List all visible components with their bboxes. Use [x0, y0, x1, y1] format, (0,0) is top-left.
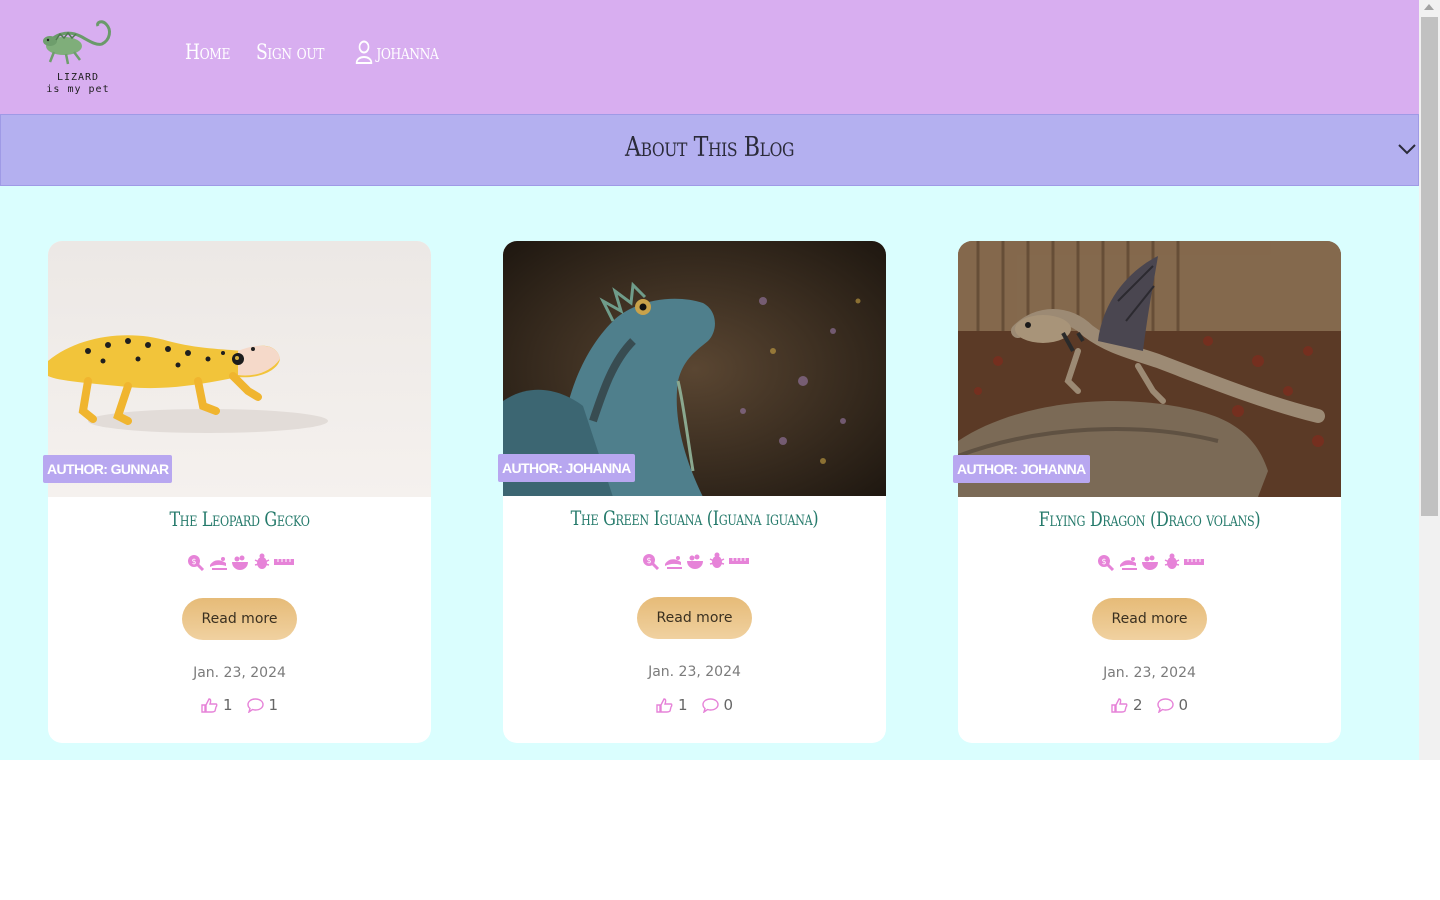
author-badge: AUTHOR: JOHANNA — [953, 455, 1090, 483]
chevron-down-icon — [1398, 144, 1416, 155]
logo-line1: LIZARD — [56, 72, 100, 83]
like-count: 1 — [677, 696, 688, 714]
like-stat[interactable]: 1 — [201, 696, 233, 714]
post-title[interactable]: The Leopard Gecko — [86, 507, 392, 531]
nav-links: Home Sign out johanna — [185, 40, 457, 64]
vertical-scrollbar[interactable] — [1419, 0, 1440, 760]
about-blog-title: About This Blog — [625, 132, 794, 163]
comment-stat[interactable]: 1 — [246, 696, 279, 714]
ruler-icon — [1183, 553, 1204, 571]
like-count: 2 — [1132, 696, 1143, 714]
ruler-icon — [728, 552, 749, 570]
nav-signout-link[interactable]: Sign out — [256, 40, 325, 64]
logo-text: LIZARD is my pet — [40, 72, 116, 96]
thumbs-up-icon — [201, 697, 218, 713]
post-card: AUTHOR: JOHANNA Flying Dragon (Draco vol… — [953, 241, 1341, 743]
thumbs-up-icon — [656, 697, 673, 713]
scrollbar-thumb[interactable] — [1421, 17, 1438, 516]
svg-text:$: $ — [1101, 557, 1106, 566]
like-stat[interactable]: 1 — [656, 696, 688, 714]
lizard-icon — [663, 552, 683, 570]
logo-line2: is my pet — [46, 84, 110, 95]
read-more-button[interactable]: Read more — [637, 597, 752, 639]
food-bowl-icon — [685, 552, 705, 570]
scroll-up-arrow-icon[interactable] — [1424, 4, 1434, 10]
comment-icon — [246, 697, 264, 713]
post-date: Jan. 23, 2024 — [193, 665, 286, 681]
svg-text:$: $ — [191, 557, 196, 566]
food-bowl-icon — [230, 553, 250, 571]
comment-count: 0 — [1178, 696, 1189, 714]
post-date: Jan. 23, 2024 — [648, 664, 741, 680]
like-count: 1 — [222, 696, 233, 714]
ruler-icon — [273, 553, 294, 571]
author-badge: AUTHOR: JOHANNA — [498, 454, 635, 482]
user-icon — [355, 40, 373, 64]
nav-home-link[interactable]: Home — [185, 40, 230, 64]
site-logo[interactable]: LIZARD is my pet — [40, 16, 116, 100]
post-icon-row: $ — [48, 553, 431, 572]
lizard-icon — [1118, 553, 1138, 571]
post-card: AUTHOR: JOHANNA The Green Iguana (Iguana… — [498, 241, 886, 743]
navbar: LIZARD is my pet Home Sign out johanna — [0, 0, 1419, 114]
comment-stat[interactable]: 0 — [701, 696, 734, 714]
author-badge: AUTHOR: GUNNAR — [43, 455, 173, 483]
post-card: AUTHOR: GUNNAR The Leopard Gecko $ Read … — [43, 241, 431, 743]
comment-count: 0 — [723, 696, 734, 714]
page-background: LIZARD is my pet Home Sign out johanna A… — [0, 0, 1419, 760]
comment-count: 1 — [268, 696, 279, 714]
post-title[interactable]: The Green Iguana (Iguana iguana) — [541, 506, 847, 530]
post-stats: 1 0 — [503, 696, 886, 714]
post-title[interactable]: Flying Dragon (Draco volans) — [996, 507, 1302, 531]
bug-icon — [707, 552, 727, 570]
read-more-button[interactable]: Read more — [182, 598, 297, 640]
search-dollar-icon: $ — [641, 552, 661, 571]
comment-icon — [701, 697, 719, 713]
search-dollar-icon: $ — [186, 553, 206, 572]
like-stat[interactable]: 2 — [1111, 696, 1143, 714]
nav-user-link[interactable]: johanna — [355, 40, 439, 64]
search-dollar-icon: $ — [1096, 553, 1116, 572]
iguana-logo-icon — [43, 20, 111, 65]
comment-stat[interactable]: 0 — [1156, 696, 1189, 714]
food-bowl-icon — [1140, 553, 1160, 571]
thumbs-up-icon — [1111, 697, 1128, 713]
nav-user-name: johanna — [376, 40, 439, 64]
svg-text:$: $ — [646, 556, 651, 565]
post-date: Jan. 23, 2024 — [1103, 665, 1196, 681]
about-blog-accordion[interactable]: About This Blog — [0, 114, 1419, 186]
lizard-icon — [208, 553, 228, 571]
comment-icon — [1156, 697, 1174, 713]
post-icon-row: $ — [503, 552, 886, 571]
post-stats: 1 1 — [48, 696, 431, 714]
post-icon-row: $ — [958, 553, 1341, 572]
bug-icon — [252, 553, 272, 571]
bug-icon — [1162, 553, 1182, 571]
post-stats: 2 0 — [958, 696, 1341, 714]
read-more-button[interactable]: Read more — [1092, 598, 1207, 640]
